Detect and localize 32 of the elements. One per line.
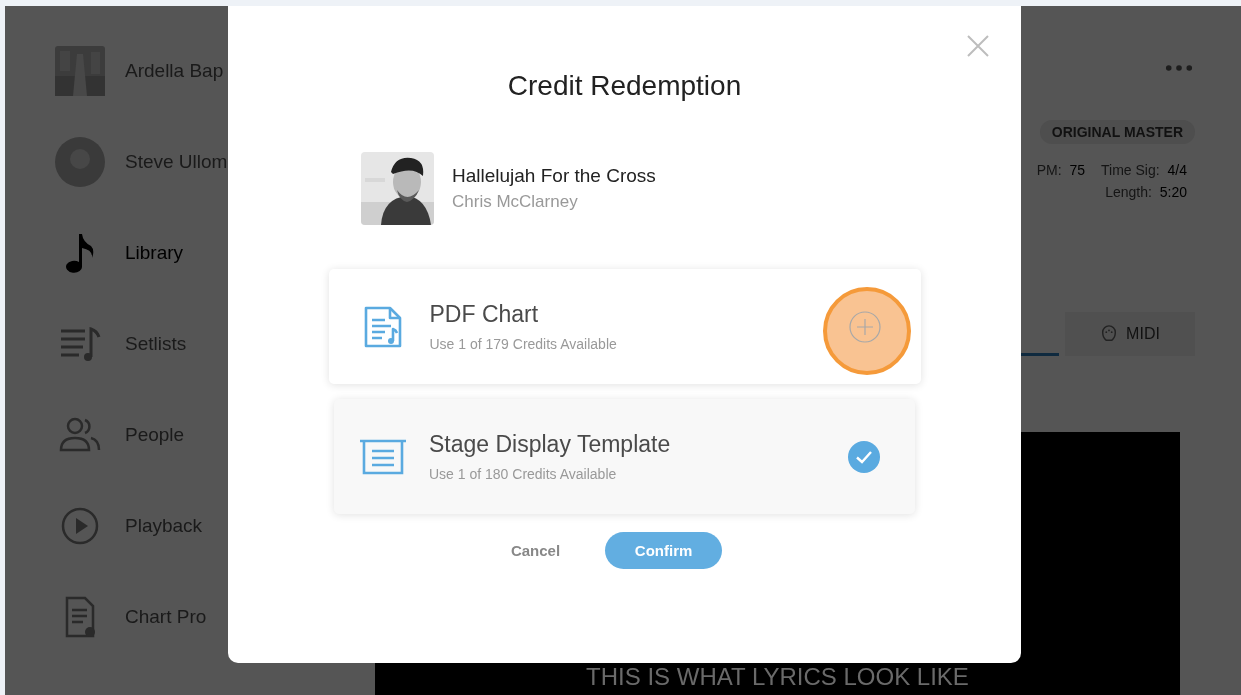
checkmark-icon[interactable] <box>848 440 880 473</box>
confirm-button[interactable]: Confirm <box>605 532 723 569</box>
cancel-button[interactable]: Cancel <box>510 536 561 565</box>
tab-indicator[interactable] <box>1019 353 1059 356</box>
sidebar-item[interactable]: Chart Pro <box>5 571 227 662</box>
connector-icon <box>1100 325 1119 343</box>
option-title: Stage Display Template <box>429 431 672 458</box>
option-card[interactable]: PDF Chart Use 1 of 179 Credits Available <box>328 269 921 384</box>
meta-text: PM: 75 <box>1036 162 1086 178</box>
option-card[interactable]: Stage Display Template Use 1 of 180 Credits Available <box>334 399 915 514</box>
artist-name: Chris McClarney <box>452 192 579 212</box>
version-badge: ORIGINAL MASTER <box>1039 120 1195 144</box>
meta-text: Length: 5:20 <box>1105 184 1187 200</box>
dialog-title: Credit Redemption <box>507 70 742 102</box>
credits-text: Use 1 of 180 Credits Available <box>429 466 618 482</box>
sidebar-item[interactable]: Steve Ullom <box>5 116 227 207</box>
midi-tab[interactable]: MIDI <box>1065 312 1195 356</box>
meta-text: Time Sig: 4/4 <box>1101 162 1187 178</box>
song-title: Hallelujah For the Cross <box>452 165 656 187</box>
music-document-icon <box>362 304 403 349</box>
sidebar-item[interactable]: Ardella Bap <box>5 25 227 116</box>
sidebar-item[interactable]: Setlists <box>5 298 227 389</box>
lyrics-text: THIS IS WHAT LYRICS LOOK LIKE <box>586 663 969 691</box>
add-icon[interactable] <box>848 310 881 343</box>
credits-text: Use 1 of 179 Credits Available <box>429 336 618 352</box>
close-icon[interactable] <box>966 34 990 58</box>
sidebar-item[interactable]: Library <box>5 207 227 298</box>
more-icon[interactable] <box>1165 64 1193 72</box>
sidebar-item[interactable]: Playback <box>5 480 227 571</box>
sidebar-item[interactable]: People <box>5 389 227 480</box>
avatar-icon <box>55 136 105 187</box>
option-title: PDF Chart <box>429 301 540 328</box>
